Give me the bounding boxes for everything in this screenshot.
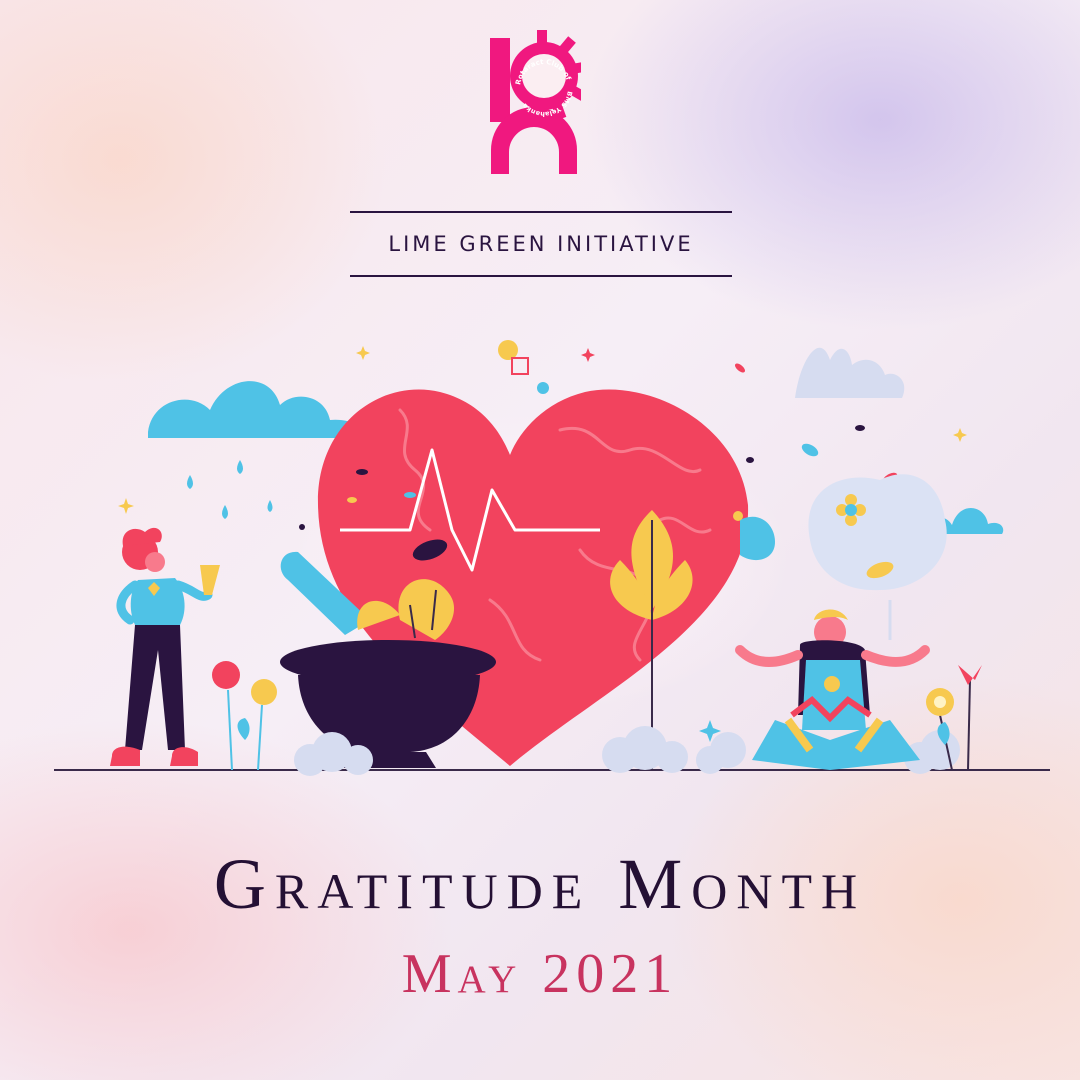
rain-drops: [187, 460, 273, 519]
blue-bud: [740, 516, 775, 561]
subtitle-year: 2021: [542, 943, 679, 1005]
rotaract-logo: Rotaract Club of BMS Yelahanka: [490, 30, 581, 174]
page-title: Gratitude Month: [213, 844, 867, 924]
meditating-man: [735, 609, 930, 770]
small-flowers-left: [212, 661, 277, 771]
cloud-right-pale: [795, 347, 905, 398]
subtitle-month: May: [401, 943, 523, 1005]
wellness-illustration: [54, 340, 1050, 776]
subtitle: May 2021: [0, 946, 1080, 1002]
initiative-label: LIME GREEN INITIATIVE: [388, 232, 694, 256]
standing-woman: [110, 527, 220, 766]
initiative-banner: LIME GREEN INITIATIVE: [350, 211, 732, 277]
